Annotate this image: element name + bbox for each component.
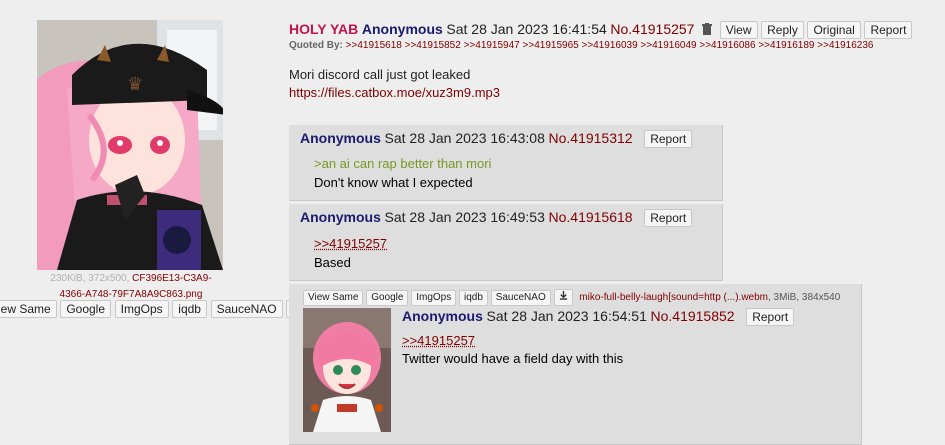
file-name[interactable]: CF396E13-C3A9- — [132, 273, 211, 284]
post-number[interactable]: No.41915257 — [610, 21, 694, 37]
file-name-continued[interactable]: 4366-A748-79F7A8A9C863.png — [60, 289, 203, 300]
post-date: Sat 28 Jan 2023 16:43:08 — [385, 130, 545, 146]
poster-name: Anonymous — [402, 308, 483, 324]
quote-link[interactable]: >>41915257 — [402, 332, 623, 350]
op-file-buttons: iew Same Google ImgOps iqdb SauceNAO — [0, 300, 308, 318]
poster-name: Anonymous — [362, 21, 443, 37]
message-text: Twitter would have a field day with this — [402, 350, 623, 368]
message-text: Based — [314, 253, 387, 272]
view-same-button[interactable]: View Same — [303, 290, 363, 306]
report-button[interactable]: Report — [644, 130, 692, 148]
quoted-by: Quoted By: >>41915618 >>41915852 >>41915… — [289, 40, 873, 51]
saucenao-button[interactable]: SauceNAO — [491, 290, 551, 306]
greentext: >an ai can rap better than mori — [314, 154, 491, 173]
poster-name: Anonymous — [300, 130, 381, 146]
reply-button[interactable]: Reply — [761, 21, 804, 39]
report-button[interactable]: Report — [746, 308, 794, 326]
iqdb-button[interactable]: iqdb — [459, 290, 488, 306]
post-number[interactable]: No.41915852 — [651, 308, 735, 324]
poster-name: Anonymous — [300, 209, 381, 225]
post-number[interactable]: No.41915312 — [549, 130, 633, 146]
google-button[interactable]: Google — [366, 290, 408, 306]
quoted-by-label: Quoted By: — [289, 40, 343, 51]
iqdb-button[interactable]: iqdb — [172, 300, 207, 318]
report-button[interactable]: Report — [644, 209, 692, 227]
post-number[interactable]: No.41915618 — [549, 209, 633, 225]
anime-girl-illustration: ♛ — [37, 20, 223, 270]
anime-girl-thumbnail — [303, 308, 391, 432]
message-link[interactable]: https://files.catbox.moe/xuz3m9.mp3 — [289, 84, 500, 102]
svg-text:♛: ♛ — [127, 74, 143, 94]
op-header: HOLY YAB Anonymous Sat 28 Jan 2023 16:41… — [289, 20, 912, 40]
backlinks[interactable]: >>41915618 >>41915852 >>41915947 >>41915… — [346, 40, 874, 51]
post-subject: HOLY YAB — [289, 21, 358, 37]
report-button[interactable]: Report — [864, 21, 912, 39]
original-button[interactable]: Original — [807, 21, 860, 39]
reply-thumbnail[interactable] — [303, 308, 391, 432]
op-message: Mori discord call just got leaked https:… — [289, 66, 500, 102]
file-name[interactable]: miko-full-belly-laugh[sound=http (...).w… — [579, 292, 768, 303]
download-icon[interactable] — [554, 289, 573, 306]
view-button[interactable]: View — [720, 21, 758, 39]
post-date: Sat 28 Jan 2023 16:41:54 — [446, 21, 606, 37]
google-button[interactable]: Google — [60, 300, 111, 318]
reply-post: Anonymous Sat 28 Jan 2023 16:49:53 No.41… — [289, 204, 723, 281]
message-text: Mori discord call just got leaked — [289, 66, 500, 84]
reply-post: Anonymous Sat 28 Jan 2023 16:43:08 No.41… — [289, 125, 723, 201]
file-meta: 230KiB, 372x500, — [50, 273, 129, 284]
view-same-button[interactable]: iew Same — [0, 300, 57, 318]
quote-link[interactable]: >>41915257 — [314, 234, 387, 253]
saucenao-button[interactable]: SauceNAO — [211, 300, 283, 318]
post-date: Sat 28 Jan 2023 16:54:51 — [487, 308, 647, 324]
file-meta: , 3MiB, 384x540 — [768, 292, 840, 303]
post-date: Sat 28 Jan 2023 16:49:53 — [385, 209, 545, 225]
imgops-button[interactable]: ImgOps — [115, 300, 169, 318]
op-thumbnail[interactable]: ♛ — [37, 20, 223, 270]
trash-icon[interactable] — [702, 22, 712, 40]
message-text: Don't know what I expected — [314, 173, 491, 192]
reply-post: View Same Google ImgOps iqdb SauceNAO mi… — [289, 284, 862, 445]
imgops-button[interactable]: ImgOps — [411, 290, 456, 306]
